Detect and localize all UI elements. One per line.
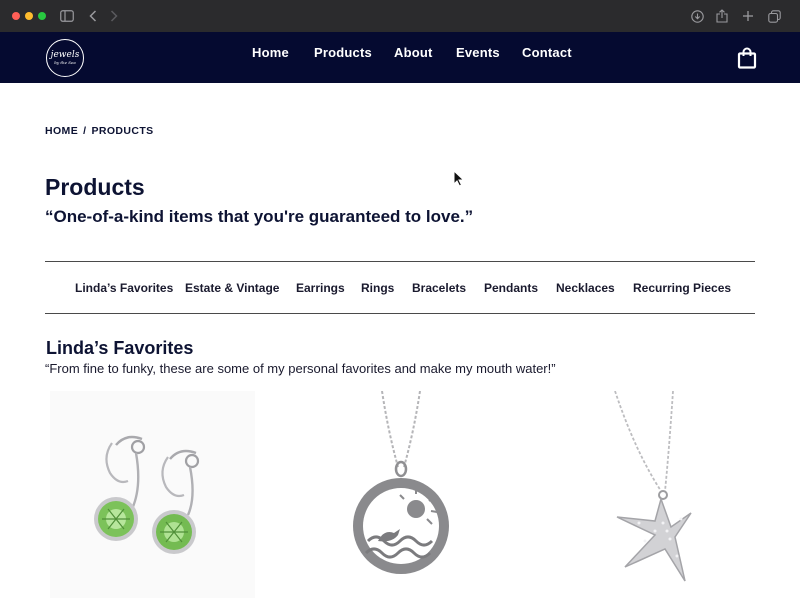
divider-bottom <box>45 313 755 314</box>
page-tagline: “One-of-a-kind items that you're guarant… <box>45 207 474 226</box>
breadcrumb-current[interactable]: PRODUCTS <box>91 125 153 137</box>
category-tab-bracelets[interactable]: Bracelets <box>412 281 466 295</box>
section-description: “From fine to funky, these are some of m… <box>45 361 556 376</box>
share-icon[interactable] <box>714 8 730 24</box>
minimize-window-button[interactable] <box>25 12 33 20</box>
product-image-green-crystal-earrings[interactable] <box>50 391 255 598</box>
back-icon[interactable] <box>85 8 101 24</box>
category-tab-earrings[interactable]: Earrings <box>296 281 345 295</box>
nav-link-contact[interactable]: Contact <box>522 45 572 60</box>
category-tab-recurring-pieces[interactable]: Recurring Pieces <box>633 281 731 295</box>
category-tab-rings[interactable]: Rings <box>361 281 394 295</box>
nav-link-about[interactable]: About <box>394 45 433 60</box>
category-tab-pendants[interactable]: Pendants <box>484 281 538 295</box>
nav-link-products[interactable]: Products <box>314 45 372 60</box>
breadcrumb-home[interactable]: HOME <box>45 125 78 137</box>
sidebar-toggle-icon[interactable] <box>59 8 75 24</box>
close-window-button[interactable] <box>12 12 20 20</box>
new-tab-icon[interactable] <box>740 8 756 24</box>
product-image-sun-wave-pendant[interactable] <box>300 391 500 598</box>
section-title: Linda’s Favorites <box>46 338 194 358</box>
downloads-icon[interactable] <box>689 8 705 24</box>
product-image-starfish-necklace[interactable] <box>555 391 755 598</box>
category-tab-estate-vintage[interactable]: Estate & Vintage <box>185 281 279 295</box>
mouse-cursor-icon <box>453 169 465 192</box>
breadcrumb: HOME / PRODUCTS <box>45 125 154 137</box>
nav-link-events[interactable]: Events <box>456 45 500 60</box>
tab-overview-icon[interactable] <box>766 8 782 24</box>
browser-toolbar <box>0 0 800 32</box>
shopping-bag-icon[interactable] <box>737 47 757 69</box>
site-header: jewels by the Sea Home Products About Ev… <box>0 32 800 83</box>
category-tab-necklaces[interactable]: Necklaces <box>556 281 615 295</box>
main-nav: Home Products About Events Contact <box>0 32 800 83</box>
breadcrumb-separator: / <box>83 125 87 137</box>
page-title: Products <box>45 174 145 200</box>
nav-link-home[interactable]: Home <box>252 45 289 60</box>
divider-top <box>45 261 755 262</box>
zoom-window-button[interactable] <box>38 12 46 20</box>
category-tab-lindas-favorites[interactable]: Linda’s Favorites <box>75 281 173 295</box>
forward-icon[interactable] <box>106 8 122 24</box>
